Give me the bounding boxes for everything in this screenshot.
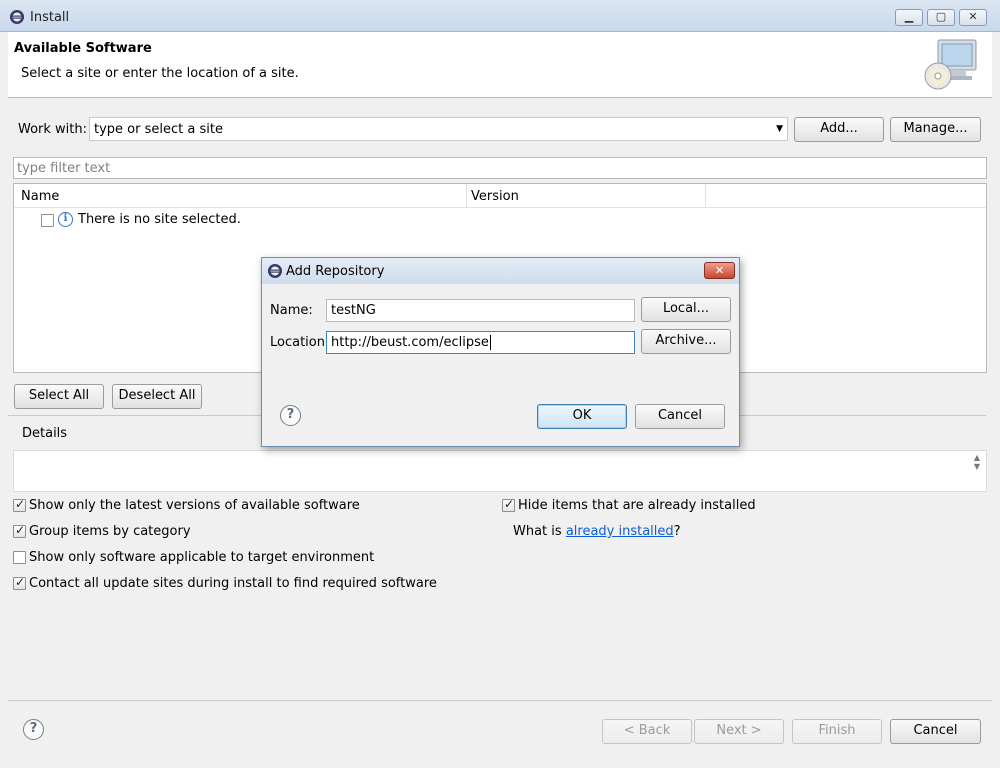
- repo-location-label: Location:: [270, 335, 330, 350]
- group-by-category-checkbox[interactable]: [13, 523, 26, 538]
- filter-input[interactable]: type filter text: [13, 157, 987, 179]
- footer-divider: [8, 700, 992, 701]
- info-icon: i: [58, 212, 73, 227]
- dialog-cancel-button[interactable]: Cancel: [635, 404, 725, 429]
- eclipse-app-icon: [10, 10, 24, 24]
- archive-button[interactable]: Archive...: [641, 329, 731, 354]
- close-dialog-button[interactable]: ✕: [704, 262, 735, 279]
- hide-installed-checkbox[interactable]: [502, 497, 515, 512]
- repo-location-value: http://beust.com/eclipse: [331, 335, 489, 350]
- table-row-message: There is no site selected.: [78, 212, 241, 227]
- contact-update-sites-label[interactable]: Contact all update sites during install …: [29, 576, 437, 591]
- cancel-button[interactable]: Cancel: [890, 719, 981, 744]
- column-divider[interactable]: [466, 184, 467, 208]
- repo-name-input[interactable]: testNG: [326, 299, 635, 322]
- help-icon[interactable]: ?: [23, 719, 44, 740]
- page-title: Available Software: [14, 41, 152, 56]
- next-button[interactable]: Next >: [694, 719, 784, 744]
- manage-sites-button[interactable]: Manage...: [890, 117, 981, 142]
- page-subtitle: Select a site or enter the location of a…: [21, 66, 299, 81]
- deselect-all-button[interactable]: Deselect All: [112, 384, 202, 409]
- repo-name-label: Name:: [270, 303, 313, 318]
- work-with-value: type or select a site: [94, 122, 223, 137]
- install-software-icon: [924, 39, 977, 90]
- scroll-up-icon[interactable]: ▲: [974, 453, 980, 462]
- latest-versions-label[interactable]: Show only the latest versions of availab…: [29, 498, 360, 513]
- column-divider[interactable]: [705, 184, 706, 208]
- what-is-prefix: What is: [513, 524, 566, 539]
- target-environment-checkbox[interactable]: [13, 551, 26, 564]
- local-button[interactable]: Local...: [641, 297, 731, 322]
- table-header: Name Version: [14, 184, 986, 208]
- work-with-label: Work with:: [18, 122, 88, 137]
- wizard-header: [8, 32, 992, 98]
- minimize-button[interactable]: ▁: [895, 9, 923, 26]
- add-repository-dialog: Add Repository ✕ Name: testNG Local... L…: [261, 257, 740, 447]
- window-title: Install: [30, 10, 70, 25]
- what-is-suffix: ?: [673, 524, 681, 539]
- latest-versions-checkbox[interactable]: [13, 497, 26, 512]
- back-button[interactable]: < Back: [602, 719, 692, 744]
- eclipse-dialog-icon: [268, 264, 282, 278]
- close-window-button[interactable]: ✕: [959, 9, 987, 26]
- group-by-category-label[interactable]: Group items by category: [29, 524, 191, 539]
- what-is-installed-text: What is already installed?: [513, 524, 681, 539]
- dialog-help-icon[interactable]: ?: [280, 405, 301, 426]
- work-with-combo[interactable]: type or select a site ▼: [89, 117, 788, 141]
- details-text-area[interactable]: ▲ ▼: [13, 450, 987, 492]
- details-label: Details: [22, 426, 68, 441]
- details-scrollbar[interactable]: ▲ ▼: [974, 453, 980, 471]
- column-header-name[interactable]: Name: [21, 189, 59, 204]
- ok-button[interactable]: OK: [537, 404, 627, 429]
- dropdown-arrow-icon[interactable]: ▼: [776, 124, 783, 134]
- row-checkbox[interactable]: [41, 214, 54, 227]
- add-site-button[interactable]: Add...: [794, 117, 884, 142]
- window-title-bar: Install ▁ ▢ ✕: [0, 0, 1000, 32]
- column-header-version[interactable]: Version: [471, 189, 519, 204]
- contact-update-sites-checkbox[interactable]: [13, 575, 26, 590]
- scroll-down-icon[interactable]: ▼: [974, 462, 980, 471]
- dialog-title-bar: Add Repository ✕: [262, 258, 739, 284]
- repo-location-input[interactable]: http://beust.com/eclipse: [326, 331, 635, 354]
- select-all-button[interactable]: Select All: [14, 384, 104, 409]
- finish-button[interactable]: Finish: [792, 719, 882, 744]
- dialog-title: Add Repository: [286, 264, 385, 279]
- maximize-button[interactable]: ▢: [927, 9, 955, 26]
- already-installed-link[interactable]: already installed: [566, 524, 674, 539]
- target-environment-label[interactable]: Show only software applicable to target …: [29, 550, 374, 565]
- hide-installed-label[interactable]: Hide items that are already installed: [518, 498, 756, 513]
